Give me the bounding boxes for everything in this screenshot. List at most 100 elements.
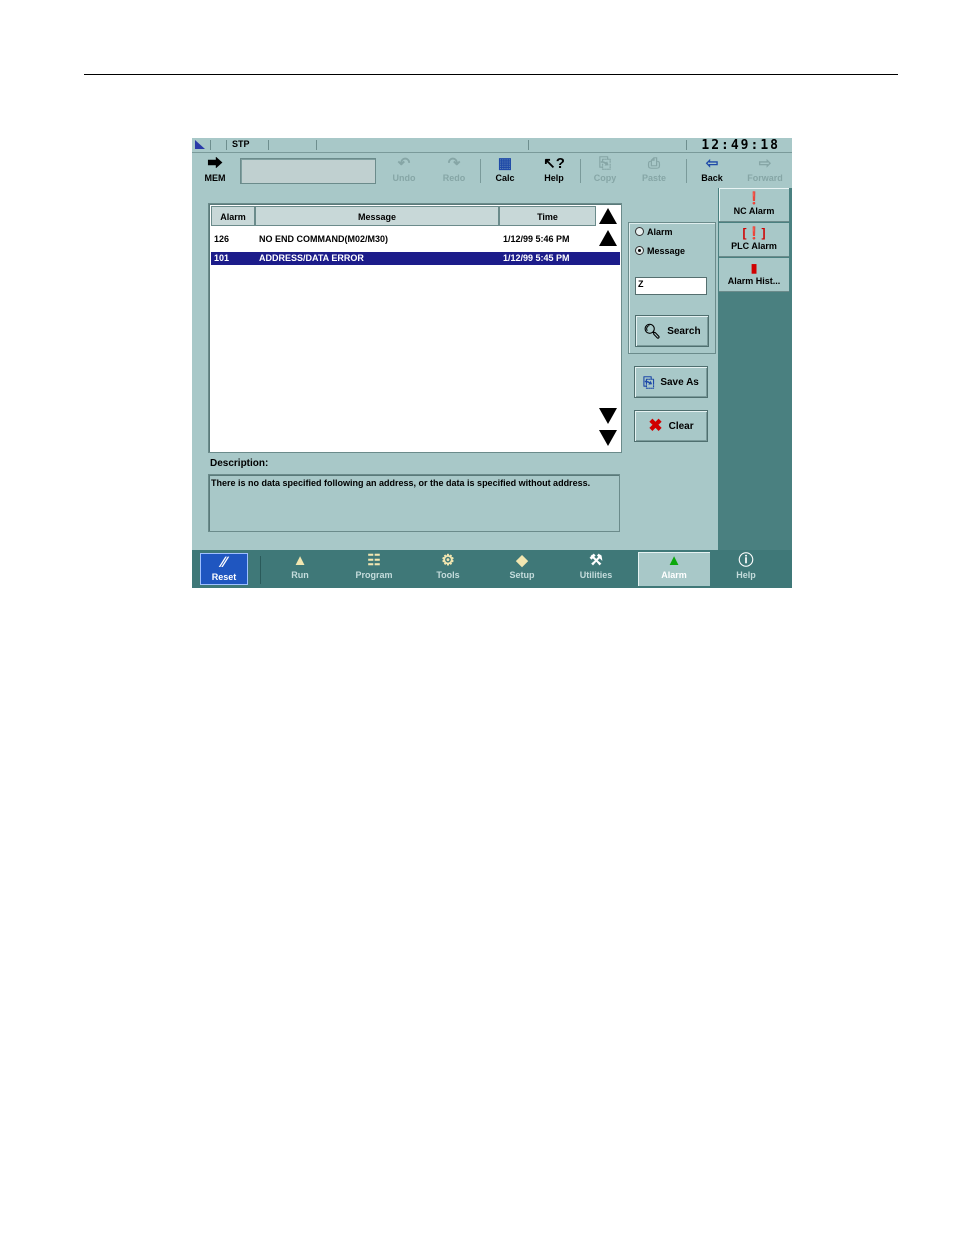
table-row[interactable]: 101 ADDRESS/DATA ERROR 1/12/99 5:45 PM bbox=[211, 252, 620, 265]
bottom-navigation: ∕∕ Reset ▲ Run ☷ Program ⚙ Tools ◆ Setup… bbox=[192, 550, 792, 588]
forward-label: Forward bbox=[747, 173, 783, 183]
mem-button[interactable]: ⮕ MEM bbox=[194, 155, 236, 187]
mode-indicator: STP bbox=[232, 139, 250, 149]
reset-label: Reset bbox=[211, 572, 237, 582]
alarm-side-tabs: ❗ NC Alarm [❗] PLC Alarm ▮ Alarm Hist... bbox=[718, 188, 792, 550]
back-label: Back bbox=[701, 173, 723, 183]
arrow-down-icon bbox=[599, 408, 617, 424]
back-button[interactable]: ⇦ Back bbox=[690, 155, 734, 187]
calc-label: Calc bbox=[495, 173, 515, 183]
nav-help-label: Help bbox=[736, 570, 756, 580]
help-button[interactable]: ↖? Help bbox=[532, 155, 576, 187]
radio-message-label: Message bbox=[647, 246, 686, 256]
paste-icon: ⎙ bbox=[647, 155, 660, 172]
help-label: Help bbox=[544, 173, 564, 183]
radio-alarm-label: Alarm bbox=[647, 227, 673, 237]
status-divider bbox=[210, 140, 211, 150]
nav-item-setup[interactable]: ◆ Setup bbox=[486, 552, 558, 586]
copy-label: Copy bbox=[593, 173, 617, 183]
tab-alarm-history-label: Alarm Hist... bbox=[727, 276, 781, 286]
nav-utilities-label: Utilities bbox=[579, 570, 613, 580]
radio-alarm[interactable]: Alarm bbox=[635, 227, 673, 237]
radio-button bbox=[635, 227, 644, 237]
back-arrow-icon: ⇦ bbox=[705, 155, 719, 172]
redo-button[interactable]: ↷ Redo bbox=[432, 155, 476, 187]
redo-label: Redo bbox=[442, 173, 466, 183]
nav-item-help[interactable]: ⓘ Help bbox=[710, 552, 782, 586]
reset-icon: ∕∕ bbox=[221, 554, 227, 571]
wrench-icon: ⚒ bbox=[589, 552, 603, 569]
radio-message[interactable]: Message bbox=[635, 246, 685, 256]
undo-button[interactable]: ↶ Undo bbox=[382, 155, 426, 187]
tab-plc-alarm[interactable]: [❗] PLC Alarm bbox=[719, 223, 789, 257]
forward-arrow-icon: ⇨ bbox=[758, 155, 772, 172]
clock-display: 12:49:18 bbox=[701, 138, 780, 153]
table-row[interactable]: 126 NO END COMMAND(M02/M30) 1/12/99 5:46… bbox=[211, 233, 621, 246]
column-header-message[interactable]: Message bbox=[255, 206, 499, 226]
toolbar-divider bbox=[686, 159, 687, 183]
column-header-alarm[interactable]: Alarm bbox=[211, 206, 255, 226]
copy-button[interactable]: ⎘ Copy bbox=[583, 155, 627, 187]
calc-button[interactable]: ▦ Calc bbox=[483, 155, 527, 187]
scroll-up-button[interactable] bbox=[598, 228, 618, 248]
tab-nc-alarm[interactable]: ❗ NC Alarm bbox=[719, 188, 789, 222]
alarm-time: 1/12/99 5:46 PM bbox=[503, 234, 570, 244]
save-as-icon: ⎘ bbox=[643, 373, 655, 390]
alarm-history-icon: ▮ bbox=[750, 261, 758, 275]
status-divider bbox=[268, 140, 269, 150]
column-header-time[interactable]: Time bbox=[499, 206, 596, 226]
forward-button[interactable]: ⇨ Forward bbox=[740, 155, 790, 187]
alarm-message: NO END COMMAND(M02/M30) bbox=[259, 234, 389, 244]
alarm-number: 101 bbox=[214, 253, 230, 263]
alarm-beacon-icon: ▲ bbox=[666, 552, 682, 569]
paste-button[interactable]: ⎙ Paste bbox=[632, 155, 676, 187]
toolbar-divider bbox=[580, 159, 581, 183]
status-bar: STP 12:49:18 bbox=[192, 138, 792, 153]
save-as-label: Save As bbox=[660, 376, 699, 388]
plc-alarm-icon: [❗] bbox=[742, 226, 766, 240]
status-divider bbox=[686, 140, 687, 150]
reset-button[interactable]: ∕∕ Reset bbox=[200, 553, 248, 585]
status-divider bbox=[316, 140, 317, 150]
scroll-bottom-button[interactable] bbox=[598, 428, 618, 448]
help-cursor-icon: ↖? bbox=[543, 155, 565, 172]
arrow-down-icon bbox=[599, 430, 617, 446]
nav-divider bbox=[260, 556, 261, 584]
description-text: There is no data specified following an … bbox=[208, 474, 620, 532]
nav-item-tools[interactable]: ⚙ Tools bbox=[412, 552, 484, 586]
clear-label: Clear bbox=[668, 420, 694, 432]
tab-alarm-history[interactable]: ▮ Alarm Hist... bbox=[719, 258, 789, 292]
search-button-label: Search bbox=[667, 325, 701, 337]
cnc-alarm-screen: STP 12:49:18 ⮕ MEM ↶ Undo ↷ Redo ▦ Calc … bbox=[192, 138, 792, 588]
description-label: Description: bbox=[210, 458, 269, 469]
tools-icon: ⚙ bbox=[441, 552, 455, 569]
save-as-button[interactable]: ⎘ Save As bbox=[634, 366, 708, 398]
status-divider bbox=[226, 140, 227, 150]
search-input[interactable]: Z bbox=[635, 277, 707, 295]
nav-alarm-label: Alarm bbox=[661, 570, 687, 580]
setup-icon: ◆ bbox=[516, 552, 528, 569]
paste-label: Paste bbox=[641, 173, 667, 183]
nav-tools-label: Tools bbox=[436, 570, 460, 580]
undo-label: Undo bbox=[392, 173, 416, 183]
toolbar: ⮕ MEM ↶ Undo ↷ Redo ▦ Calc ↖? Help ⎘ Cop… bbox=[192, 153, 792, 187]
nav-item-utilities[interactable]: ⚒ Utilities bbox=[560, 552, 632, 586]
calculator-icon: ▦ bbox=[497, 155, 513, 172]
copy-icon: ⎘ bbox=[598, 155, 611, 172]
alarm-message: ADDRESS/DATA ERROR bbox=[259, 253, 364, 263]
red-x-icon: ✖ bbox=[648, 416, 663, 435]
alarm-time: 1/12/99 5:45 PM bbox=[503, 253, 570, 263]
arrow-up-icon bbox=[599, 230, 617, 246]
nav-item-run[interactable]: ▲ Run bbox=[264, 552, 336, 586]
nav-item-program[interactable]: ☷ Program bbox=[338, 552, 410, 586]
alarm-list[interactable]: Alarm Message Time 126 NO END COMMAND(M0… bbox=[208, 203, 622, 453]
mdi-input-field[interactable] bbox=[240, 158, 376, 184]
nav-item-alarm[interactable]: ▲ Alarm bbox=[638, 552, 710, 586]
scroll-down-button[interactable] bbox=[598, 406, 618, 426]
scroll-top-button[interactable] bbox=[598, 206, 618, 226]
info-icon: ⓘ bbox=[738, 552, 754, 569]
tab-plc-alarm-label: PLC Alarm bbox=[731, 241, 777, 251]
search-button[interactable]: 🔍︎ Search bbox=[635, 315, 709, 347]
program-icon: ☷ bbox=[367, 552, 381, 569]
clear-button[interactable]: ✖ Clear bbox=[634, 410, 708, 442]
